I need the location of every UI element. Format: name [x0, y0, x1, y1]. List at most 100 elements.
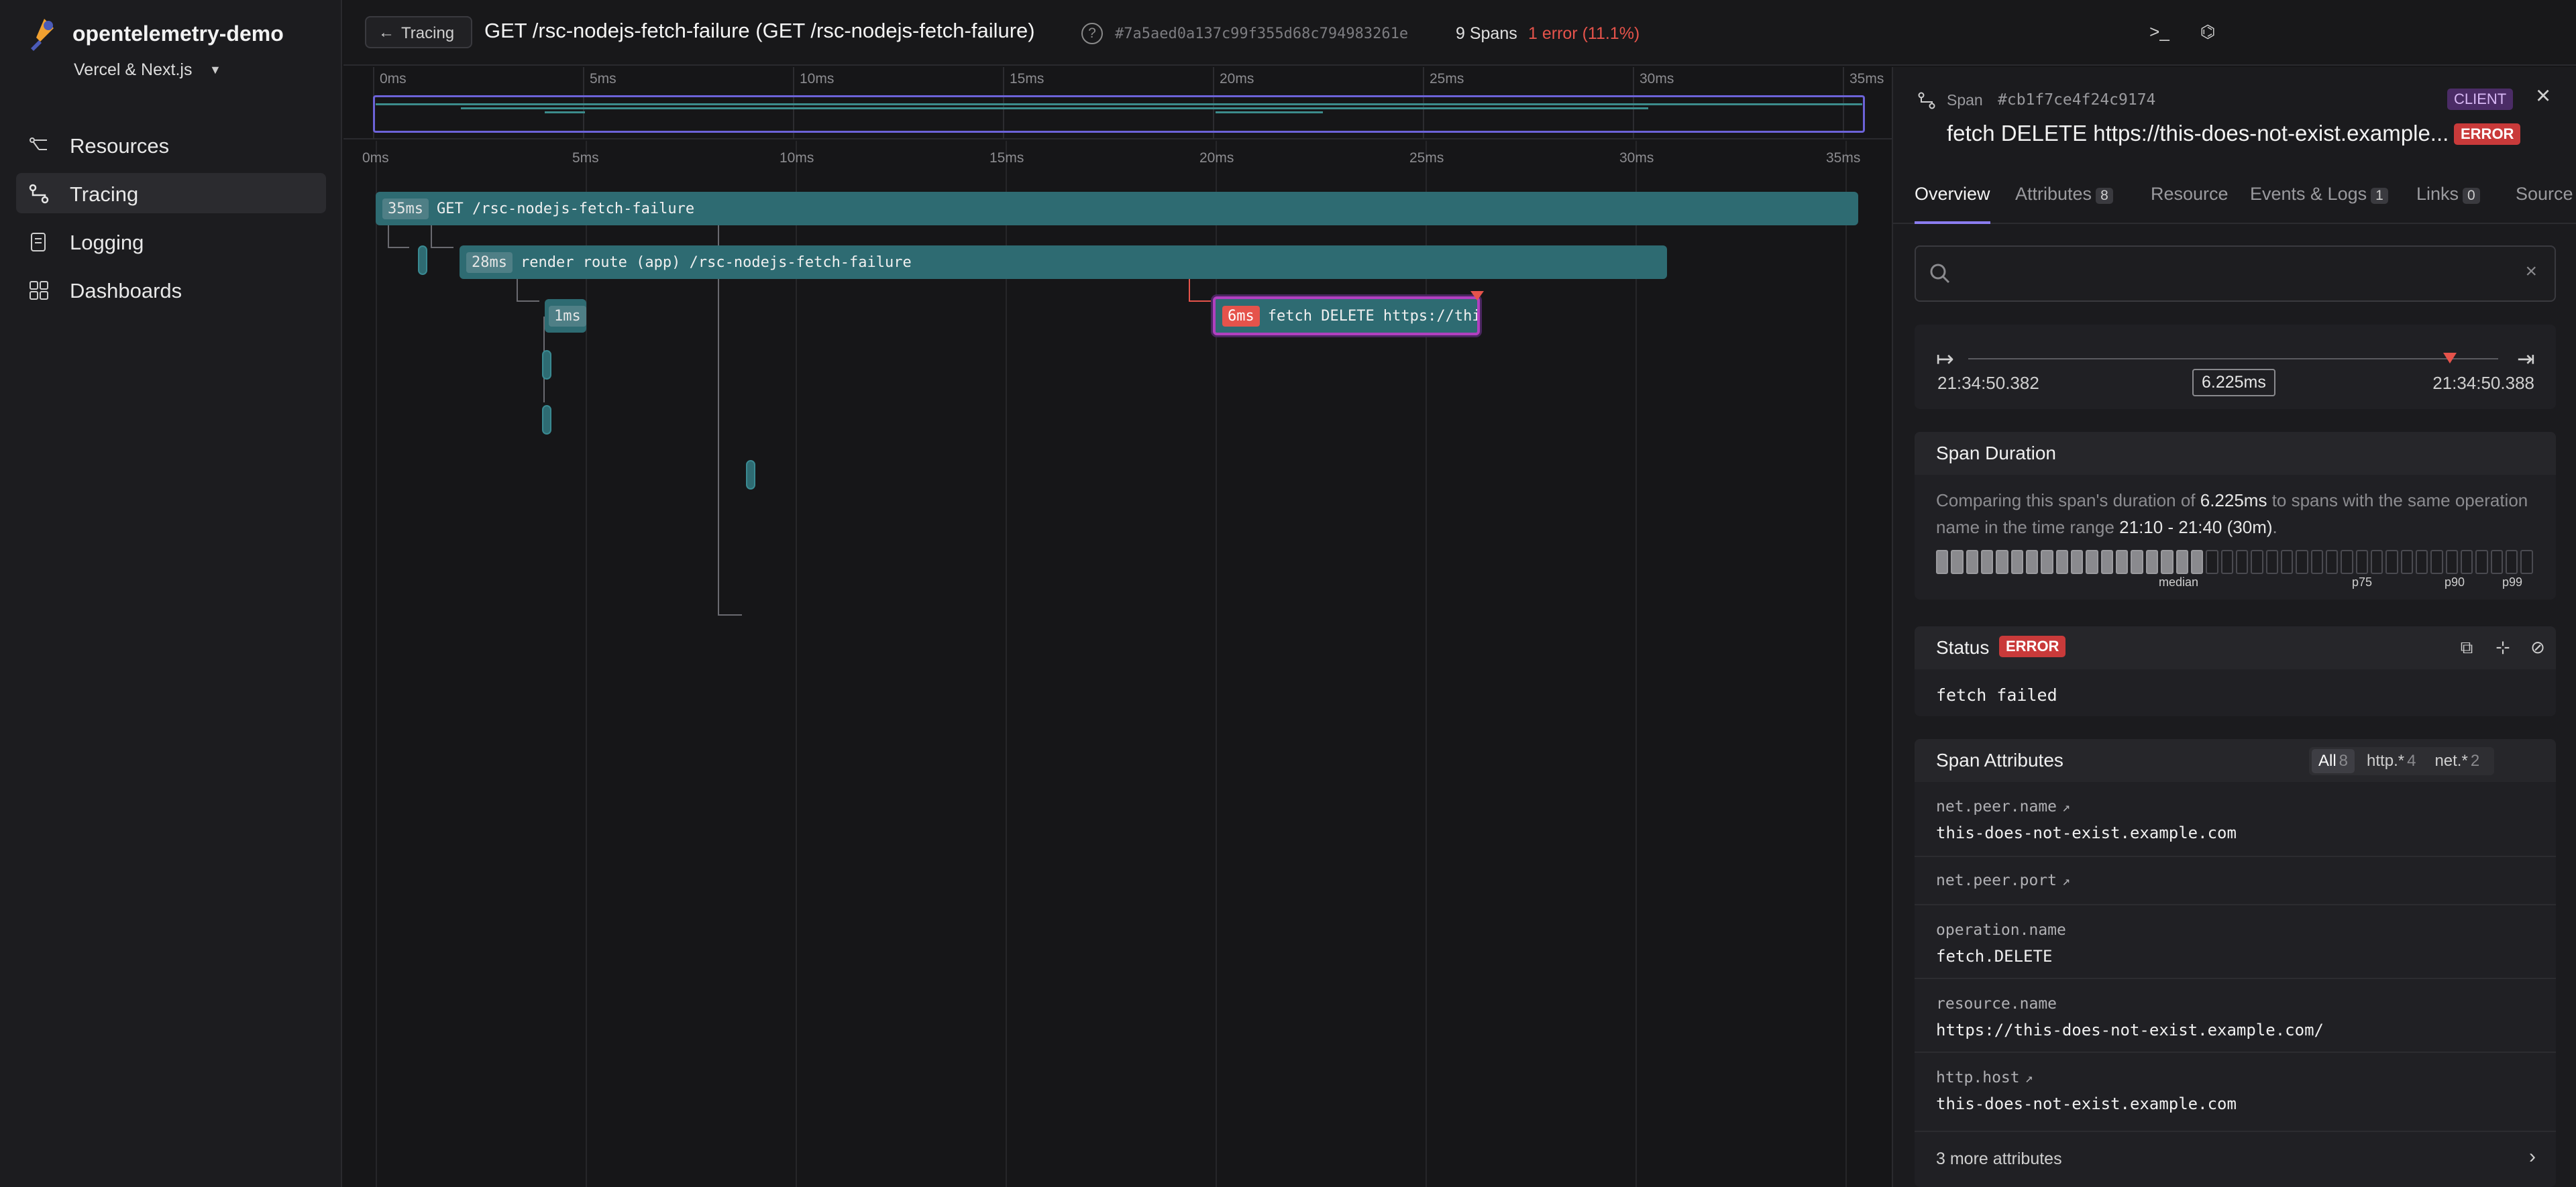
histogram-cell	[1996, 550, 2008, 574]
search-icon	[1930, 264, 1950, 284]
attribute-row[interactable]: net.peer.name ↗ this-does-not-exist.examp…	[1915, 782, 2556, 857]
filter-net[interactable]: net.* 2	[2428, 749, 2486, 773]
environment-selector[interactable]: Vercel & Next.js	[74, 60, 192, 80]
attribute-value: https://this-does-not-exist.example.com/	[1936, 1021, 2324, 1039]
status-badge: ERROR	[1999, 636, 2066, 657]
span-name: fetch DELETE https://thi	[1267, 307, 1480, 325]
attribute-row[interactable]: operation.name fetch.DELETE	[1915, 905, 2556, 979]
histogram-cell	[2145, 550, 2159, 574]
span-row-fetch-delete[interactable]: 6ms fetch DELETE https://thi	[1213, 296, 1480, 335]
sidebar-item-resources[interactable]: Resources	[16, 125, 326, 165]
tab-source[interactable]: Source	[2516, 184, 2576, 224]
filter-remove-icon[interactable]: ⊘	[2526, 637, 2549, 660]
tab-overview[interactable]: Overview	[1915, 184, 1990, 224]
tracing-icon	[29, 184, 49, 204]
histogram-cell	[2086, 550, 2098, 574]
attribute-row[interactable]: http.host ↗ this-does-not-exist.example.c…	[1915, 1053, 2556, 1132]
error-marker-icon	[2443, 353, 2457, 363]
range-end-time: 21:34:50.388	[2432, 373, 2534, 393]
status-card: Status ERROR ⧉ ⊹ ⊘ fetch failed	[1915, 626, 2556, 716]
span-row-dot[interactable]	[542, 405, 551, 435]
copy-icon[interactable]: ⧉	[2455, 637, 2478, 660]
minimap-tick-label: 30ms	[1640, 71, 1674, 87]
histogram-cell	[2520, 550, 2533, 574]
terminal-icon[interactable]: >_	[2148, 21, 2171, 44]
chevron-down-icon[interactable]: ▼	[209, 63, 221, 77]
sidebar-item-label: Dashboards	[70, 279, 182, 302]
chevron-right-icon[interactable]: ›	[2529, 1145, 2536, 1168]
histogram-cell	[2116, 550, 2129, 574]
span-icon	[1918, 92, 1935, 109]
span-detail-panel: Span #cb1f7ce4f24c9174 CLIENT × fetch DE…	[1892, 67, 2576, 1187]
sidebar-item-logging[interactable]: Logging	[16, 221, 326, 262]
minimap-tick-label: 5ms	[590, 71, 616, 87]
histogram-cell	[2026, 550, 2039, 574]
help-icon[interactable]: ?	[1081, 23, 1103, 44]
sidebar-item-dashboards[interactable]: Dashboards	[16, 270, 326, 310]
attribute-row[interactable]: net.peer.port ↗	[1915, 857, 2556, 905]
page-title: GET /rsc-nodejs-fetch-failure (GET /rsc-…	[484, 19, 1035, 42]
sidebar-item-label: Logging	[70, 231, 144, 254]
histogram-cell	[2400, 550, 2413, 574]
trace-waterfall: 0ms 5ms 10ms 15ms 20ms 25ms 30ms 35ms 35…	[343, 141, 2033, 1187]
histogram-label: p75	[2352, 575, 2373, 589]
attribute-key: http.host ↗	[1936, 1069, 2033, 1086]
sidebar-item-tracing[interactable]: Tracing	[16, 173, 326, 213]
filter-add-icon[interactable]: ⊹	[2491, 637, 2514, 660]
span-row-root[interactable]: 35ms GET /rsc-nodejs-fetch-failure	[376, 192, 1858, 225]
arrow-left-icon: ←	[378, 23, 394, 42]
app-name: opentelemetry-demo	[72, 21, 284, 46]
more-attributes-link[interactable]: 3 more attributes	[1936, 1149, 2062, 1169]
close-icon[interactable]: ×	[2536, 82, 2551, 111]
span-row-dot[interactable]	[542, 350, 551, 380]
external-link-icon[interactable]: ↗	[2062, 872, 2070, 889]
minimap-tick-label: 0ms	[380, 71, 407, 87]
filter-http[interactable]: http.* 4	[2360, 749, 2422, 773]
tab-attributes[interactable]: Attributes 8	[2015, 184, 2113, 224]
sidebar: opentelemetry-demo Vercel & Next.js ▼ Re…	[0, 0, 342, 1187]
span-row-dot[interactable]	[418, 245, 427, 275]
external-link-icon[interactable]: ↗	[2025, 1070, 2033, 1086]
opentelemetry-logo-icon[interactable]	[24, 15, 64, 55]
tab-resource[interactable]: Resource	[2151, 184, 2229, 224]
error-count[interactable]: 1 error (11.1%)	[1528, 24, 1640, 44]
span-row-dot[interactable]	[746, 460, 755, 490]
tab-events-logs[interactable]: Events & Logs 1	[2250, 184, 2388, 224]
timeline-tick-label: 30ms	[1619, 150, 1654, 166]
trace-minimap[interactable]: 0ms 5ms 10ms 15ms 20ms 25ms 30ms 35ms	[343, 67, 1892, 139]
attribute-value: this-does-not-exist.example.com	[1936, 1094, 2237, 1113]
histogram-cell	[2296, 550, 2308, 574]
span-row-render-route[interactable]: 28ms render route (app) /rsc-nodejs-fetc…	[460, 245, 1667, 279]
histogram-label: p90	[2445, 575, 2465, 589]
satellite-icon[interactable]: ⌬	[2196, 21, 2219, 44]
section-title: Status	[1936, 637, 1990, 658]
jump-to-start-icon[interactable]: ↦	[1936, 346, 1954, 372]
panel-tabs: Overview Attributes 8 Resource Events & L…	[1893, 177, 2576, 224]
minimap-selection-window[interactable]	[373, 95, 1865, 133]
timeline-tick-label: 0ms	[362, 150, 389, 166]
jump-to-end-icon[interactable]: ⇥	[2517, 346, 2535, 372]
histogram-cell	[2041, 550, 2053, 574]
span-duration: 6ms	[1222, 305, 1260, 327]
trace-id[interactable]: #7a5aed0a137c99f355d68c794983261e	[1115, 25, 1408, 42]
span-id[interactable]: #cb1f7ce4f24c9174	[1998, 91, 2155, 109]
span-attributes-card: Span Attributes All 8 http.* 4 net.* 2 net.…	[1915, 739, 2556, 1187]
back-to-tracing-button[interactable]: ← Tracing	[365, 16, 472, 48]
minimap-tick-label: 35ms	[1849, 71, 1884, 87]
logging-icon	[31, 233, 46, 251]
span-kind-badge: CLIENT	[2447, 89, 2514, 110]
clear-icon[interactable]: ×	[2525, 260, 2537, 283]
attribute-search-input[interactable]: ×	[1915, 245, 2556, 302]
tab-links[interactable]: Links 0	[2416, 184, 2480, 224]
histogram-cell	[1966, 550, 1979, 574]
filter-all[interactable]: All 8	[2312, 749, 2355, 773]
span-row-small[interactable]: 1ms	[545, 299, 586, 333]
histogram-cell	[2131, 550, 2143, 574]
app-root: opentelemetry-demo Vercel & Next.js ▼ Re…	[0, 0, 2576, 1187]
attribute-key: operation.name	[1936, 921, 2066, 939]
timeline-tick-label: 5ms	[572, 150, 599, 166]
histogram-cell	[2325, 550, 2339, 574]
external-link-icon[interactable]: ↗	[2062, 799, 2070, 815]
attribute-key: resource.name	[1936, 995, 2057, 1013]
attribute-row[interactable]: resource.name https://this-does-not-exis…	[1915, 979, 2556, 1053]
